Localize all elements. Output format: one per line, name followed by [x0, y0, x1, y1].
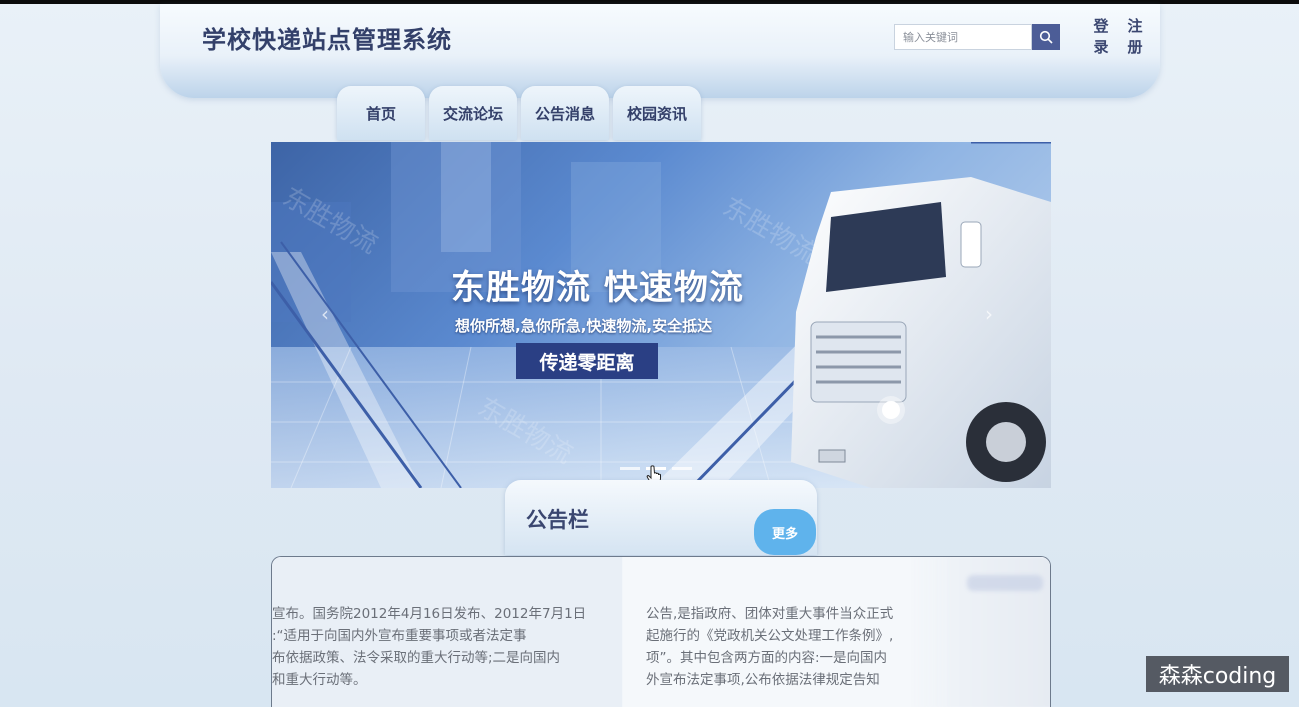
- site-header: 学校快递站点管理系统 登 录 注 册: [160, 4, 1160, 98]
- notice-card-text: 宣布。国务院2012年4月16日发布、2012年7月1日 :“适用于向国内外宣布…: [272, 603, 586, 691]
- notice-line: 公告,是指政府、团体对重大事件当众正式: [646, 606, 894, 622]
- tab-campus-news[interactable]: 校园资讯: [613, 86, 701, 140]
- truck-illustration: [791, 177, 1051, 488]
- notice-board-title: 公告栏: [526, 508, 589, 532]
- carousel-dot-3[interactable]: [672, 467, 692, 470]
- video-watermark: 森森coding: [1146, 656, 1289, 692]
- notice-line: 起施行的《党政机关公文处理工作条例》,: [646, 628, 894, 644]
- banner-subline: 想你所想,急你所急,快速物流,安全抵达: [455, 317, 713, 335]
- notice-list: 宣布。国务院2012年4月16日发布、2012年7月1日 :“适用于向国内外宣布…: [271, 556, 1051, 707]
- blurred-tag: [967, 575, 1043, 591]
- notice-board-header: 公告栏 更多: [505, 480, 817, 555]
- banner-headline: 东胜物流 快速物流: [451, 268, 744, 308]
- register-link[interactable]: 注 册: [1126, 16, 1144, 58]
- carousel-prev-icon[interactable]: ‹: [321, 302, 329, 326]
- notice-line: 项”。其中包含两方面的内容:一是向国内: [646, 650, 888, 666]
- tab-forum[interactable]: 交流论坛: [429, 86, 517, 140]
- search-bar: [894, 24, 1060, 50]
- notice-line: 宣布。国务院2012年4月16日发布、2012年7月1日: [272, 606, 587, 622]
- notice-card[interactable]: 公告,是指政府、团体对重大事件当众正式 起施行的《党政机关公文处理工作条例》, …: [623, 557, 1050, 707]
- more-button[interactable]: 更多: [754, 509, 816, 555]
- search-icon: [1039, 30, 1053, 44]
- site-title: 学校快递站点管理系统: [202, 26, 452, 54]
- notice-line: 外宣布法定事项,公布依据法律规定告知: [646, 672, 880, 688]
- notice-card[interactable]: 宣布。国务院2012年4月16日发布、2012年7月1日 :“适用于向国内外宣布…: [272, 557, 622, 707]
- search-button[interactable]: [1032, 24, 1060, 50]
- search-input[interactable]: [894, 24, 1032, 50]
- carousel-dot-1[interactable]: [620, 467, 640, 470]
- notice-line: :“适用于向国内外宣布重要事项或者法定事: [272, 628, 527, 644]
- notice-line: 布依据政策、法令采取的重大行动等;二是向国内: [272, 650, 561, 666]
- login-char-2: 录: [1093, 38, 1109, 56]
- carousel-next-icon[interactable]: ›: [985, 302, 993, 326]
- banner-carousel[interactable]: 东胜物流 东胜物流 东胜物流 东胜物流 快速物流 想你所想,急你所急,快速物流,…: [271, 142, 1051, 488]
- notice-card-text: 公告,是指政府、团体对重大事件当众正式 起施行的《党政机关公文处理工作条例》, …: [646, 603, 893, 691]
- register-char-2: 册: [1127, 38, 1143, 56]
- login-link[interactable]: 登 录: [1092, 16, 1110, 58]
- tab-home[interactable]: 首页: [337, 86, 425, 140]
- register-char-1: 注: [1127, 17, 1143, 35]
- banner-cta: 传递零距离: [516, 343, 658, 379]
- notice-line: 和重大行动等。: [272, 672, 367, 688]
- banner-watermark-2: 东胜物流: [718, 192, 823, 270]
- tab-announcements[interactable]: 公告消息: [521, 86, 609, 140]
- login-char-1: 登: [1093, 17, 1109, 35]
